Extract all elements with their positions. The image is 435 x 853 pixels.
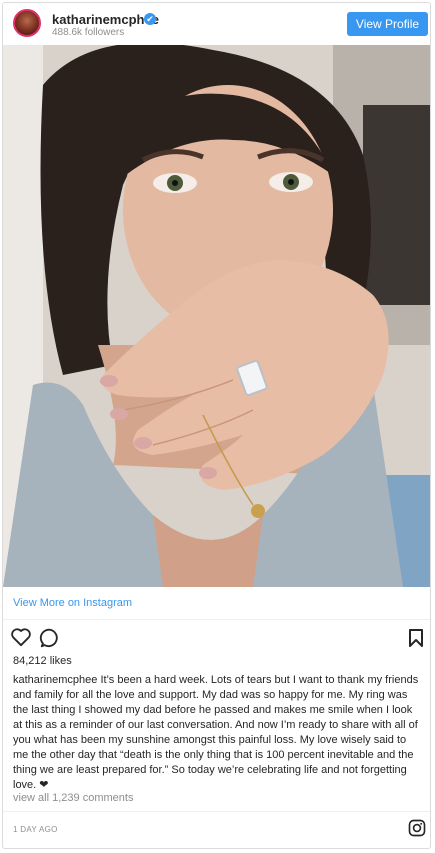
- like-count: 84,212 likes: [13, 655, 72, 667]
- view-more-link[interactable]: View More on Instagram: [13, 597, 132, 609]
- heart-icon[interactable]: [10, 627, 32, 647]
- caption-username[interactable]: katharinemcphee: [13, 674, 97, 686]
- post-header: katharinemcphee ✔ 488.6k followers View …: [3, 3, 430, 45]
- divider: [3, 811, 430, 812]
- caption-text: It’s been a hard week. Lots of tears but…: [13, 674, 419, 791]
- follower-count: 488.6k followers: [52, 27, 125, 38]
- username-link[interactable]: katharinemcphee: [52, 12, 159, 27]
- instagram-icon[interactable]: [408, 819, 426, 837]
- bookmark-icon[interactable]: [408, 628, 424, 648]
- post-photo[interactable]: [3, 45, 430, 587]
- view-all-comments-link[interactable]: view all 1,239 comments: [13, 792, 133, 804]
- instagram-embed-card: katharinemcphee ✔ 488.6k followers View …: [2, 2, 431, 849]
- post-photo-illustration: [3, 45, 430, 587]
- post-timestamp: 1 DAY AGO: [13, 825, 58, 834]
- post-caption: katharinemcphee It’s been a hard week. L…: [13, 673, 423, 793]
- verified-badge-icon: ✔: [144, 13, 156, 25]
- avatar[interactable]: [13, 9, 41, 37]
- view-profile-button[interactable]: View Profile: [347, 12, 428, 36]
- divider: [3, 619, 430, 620]
- comment-icon[interactable]: [39, 627, 61, 649]
